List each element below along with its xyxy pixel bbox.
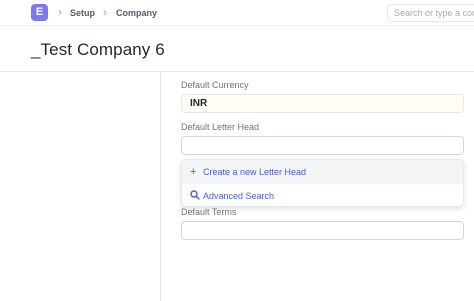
chevron-right-icon: › (58, 5, 62, 19)
default-currency-label: Default Currency (181, 80, 249, 90)
search-input[interactable] (387, 4, 474, 22)
dropdown-item-label: Advanced Search (203, 191, 275, 201)
breadcrumb-company[interactable]: Company (116, 6, 157, 20)
search-icon (190, 190, 200, 202)
default-currency-value: INR (190, 98, 208, 109)
navbar: E › Setup › Company (0, 0, 474, 26)
default-currency-field[interactable]: INR (181, 94, 464, 113)
dropdown-item-label: Create a new Letter Head (203, 167, 307, 177)
default-letter-head-field[interactable] (181, 136, 464, 155)
default-terms-label: Default Terms (181, 207, 237, 217)
page-header: _Test Company 6 (0, 26, 474, 72)
dropdown-item-advanced-search[interactable]: Advanced Search (182, 184, 463, 208)
default-terms-field[interactable] (181, 221, 464, 240)
breadcrumb-setup[interactable]: Setup (70, 6, 95, 20)
chevron-right-icon: › (103, 5, 107, 19)
letter-head-dropdown: + Create a new Letter Head Advanced Sear… (181, 159, 464, 207)
default-letter-head-label: Default Letter Head (181, 122, 260, 132)
page-title: _Test Company 6 (31, 40, 165, 59)
plus-icon: + (190, 166, 197, 178)
dropdown-item-create-letter-head[interactable]: + Create a new Letter Head (182, 160, 463, 184)
sidebar-divider (160, 72, 161, 301)
app-logo[interactable]: E (31, 4, 48, 21)
